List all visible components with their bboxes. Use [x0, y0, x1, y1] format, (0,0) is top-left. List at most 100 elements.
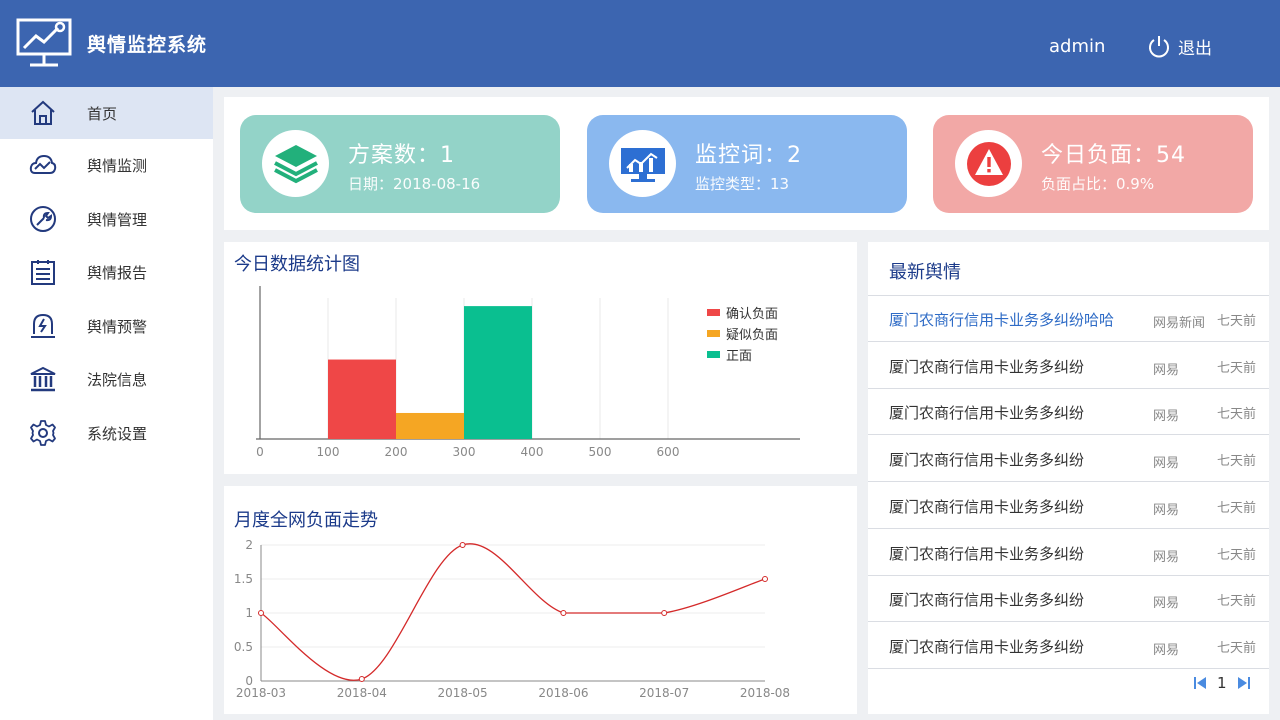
sidebar-item-report[interactable]: 舆情报告	[0, 246, 213, 298]
sidebar-item-label: 系统设置	[87, 424, 148, 443]
stat-title: 今日负面：54	[1041, 143, 1186, 168]
sidebar-item-label: 首页	[87, 104, 118, 123]
news-source: 网易	[1153, 502, 1180, 518]
stat-subtitle: 监控类型：13	[695, 175, 790, 193]
username[interactable]: admin	[1049, 36, 1105, 57]
data-point	[459, 542, 466, 548]
news-item[interactable]: 厦门农商行信用卡业务多纠纷 网易 七天前	[868, 389, 1269, 436]
gear-icon	[30, 420, 56, 446]
news-source: 网易新闻	[1153, 316, 1206, 331]
sidebar-item-label: 法院信息	[87, 370, 148, 389]
wrench-icon	[30, 206, 56, 232]
stat-title: 监控词：2	[695, 143, 802, 168]
sidebar-item-monitor[interactable]: 舆情监测	[0, 139, 213, 191]
data-point	[560, 610, 567, 616]
home-icon	[31, 100, 55, 125]
news-source: 网易	[1153, 456, 1180, 472]
news-pager: 1	[1193, 674, 1251, 692]
data-point	[358, 675, 365, 682]
x-tick-label: 2018-04	[337, 686, 387, 700]
y-tick-label: 1	[245, 606, 253, 620]
current-page[interactable]: 1	[1217, 674, 1227, 692]
monitor-trend-logo-icon	[16, 18, 72, 67]
news-item[interactable]: 厦门农商行信用卡业务多纠纷 网易 七天前	[868, 343, 1269, 389]
alert-lightning-icon	[31, 313, 55, 338]
sidebar-item-label: 舆情预警	[87, 317, 148, 336]
cloud-monitor-icon	[29, 154, 57, 174]
news-item[interactable]: 厦门农商行信用卡业务多纠纷 网易 七天前	[868, 483, 1269, 529]
top-header: 舆情监控系统 admin 退出	[0, 0, 1280, 87]
news-time: 七天前	[1217, 360, 1257, 376]
sidebar-item-settings[interactable]: 系统设置	[0, 407, 213, 459]
chart-legend: 确认负面疑似负面正面	[707, 302, 778, 365]
news-item[interactable]: 厦门农商行信用卡业务多纠纷 网易 七天前	[868, 436, 1269, 483]
news-time: 七天前	[1217, 640, 1257, 656]
stat-card-negative[interactable]: 今日负面：54 负面占比：0.9%	[933, 115, 1253, 213]
x-tick-label: 2018-08	[740, 686, 790, 700]
legend-label: 确认负面	[726, 307, 779, 322]
news-title: 厦门农商行信用卡业务多纠纷	[889, 497, 1085, 516]
stat-subtitle: 日期：2018-08-16	[348, 175, 481, 193]
legend-swatch	[707, 351, 720, 358]
stat-card-keywords[interactable]: 监控词：2 监控类型：13	[587, 115, 907, 213]
warning-triangle-icon	[966, 141, 1011, 186]
sidebar-item-home[interactable]: 首页	[0, 87, 213, 139]
logout-button[interactable]: 退出	[1148, 34, 1212, 59]
y-tick-label: 2	[245, 538, 253, 552]
news-title: 厦门农商行信用卡业务多纠纷	[889, 544, 1085, 563]
sidebar-item-manage[interactable]: 舆情管理	[0, 193, 213, 245]
news-time: 七天前	[1217, 407, 1257, 423]
layers-icon	[273, 144, 318, 183]
panel-title: 最新舆情	[889, 262, 961, 283]
sidebar: 首页 舆情监测 舆情管理 舆情报告 舆情预警 法院信息 系统设置	[0, 87, 213, 720]
news-title: 厦门农商行信用卡业务多纠纷	[889, 357, 1085, 376]
legend-label: 疑似负面	[726, 328, 779, 343]
news-source: 网易	[1153, 409, 1180, 425]
data-point	[258, 610, 264, 616]
news-time: 七天前	[1217, 314, 1257, 329]
news-item[interactable]: 厦门农商行信用卡业务多纠纷 网易 七天前	[868, 623, 1269, 669]
legend-item[interactable]: 确认负面	[707, 302, 778, 323]
x-tick-label: 2018-06	[538, 686, 588, 700]
sidebar-item-label: 舆情管理	[87, 210, 148, 229]
sidebar-item-alert[interactable]: 舆情预警	[0, 300, 213, 352]
news-time: 七天前	[1217, 594, 1257, 610]
news-title: 厦门农商行信用卡业务多纠纷	[889, 451, 1085, 470]
news-source: 网易	[1153, 362, 1180, 378]
x-tick-label: 2018-05	[438, 686, 488, 700]
first-page-icon[interactable]	[1193, 676, 1207, 690]
logout-label: 退出	[1178, 39, 1212, 59]
x-tick-label: 400	[521, 445, 544, 459]
stat-card-plans[interactable]: 方案数：1 日期：2018-08-16	[240, 115, 560, 213]
news-time: 七天前	[1217, 500, 1257, 516]
data-point	[762, 576, 768, 582]
news-item[interactable]: 厦门农商行信用卡业务多纠纷 网易 七天前	[868, 530, 1269, 576]
last-page-icon[interactable]	[1237, 676, 1251, 690]
legend-item[interactable]: 疑似负面	[707, 323, 778, 344]
news-item[interactable]: 厦门农商行信用卡业务多纠纷 网易 七天前	[868, 576, 1269, 623]
bar-1	[396, 412, 464, 439]
news-source: 网易	[1153, 642, 1180, 658]
sidebar-item-court[interactable]: 法院信息	[0, 353, 213, 405]
latest-news-panel: 最新舆情 厦门农商行信用卡业务多纠纷哈哈 网易新闻 七天前 厦门农商行信用卡业务多纠纷…	[868, 242, 1269, 714]
power-icon	[1149, 35, 1169, 57]
news-time: 七天前	[1217, 454, 1257, 470]
app-title: 舆情监控系统	[87, 34, 208, 56]
x-tick-label: 100	[317, 445, 340, 459]
x-tick-label: 600	[657, 445, 680, 459]
bar-0	[328, 359, 396, 439]
news-item[interactable]: 厦门农商行信用卡业务多纠纷哈哈 网易新闻 七天前	[868, 296, 1269, 342]
news-title: 厦门农商行信用卡业务多纠纷	[889, 637, 1085, 656]
news-title: 厦门农商行信用卡业务多纠纷哈哈	[889, 311, 1115, 329]
stat-panel: 方案数：1 日期：2018-08-16 监控词：2 监控类型：13 今日负面：5…	[224, 97, 1269, 230]
courthouse-icon	[30, 366, 56, 392]
x-tick-label: 2018-07	[639, 686, 689, 700]
news-time: 七天前	[1217, 547, 1257, 563]
series-line	[260, 543, 766, 681]
legend-label: 正面	[726, 349, 753, 364]
monitor-chart-icon	[620, 147, 665, 182]
legend-item[interactable]: 正面	[707, 344, 778, 365]
x-tick-label: 2018-03	[236, 686, 286, 700]
sidebar-item-label: 舆情监测	[87, 156, 148, 175]
x-tick-label: 300	[453, 445, 476, 459]
